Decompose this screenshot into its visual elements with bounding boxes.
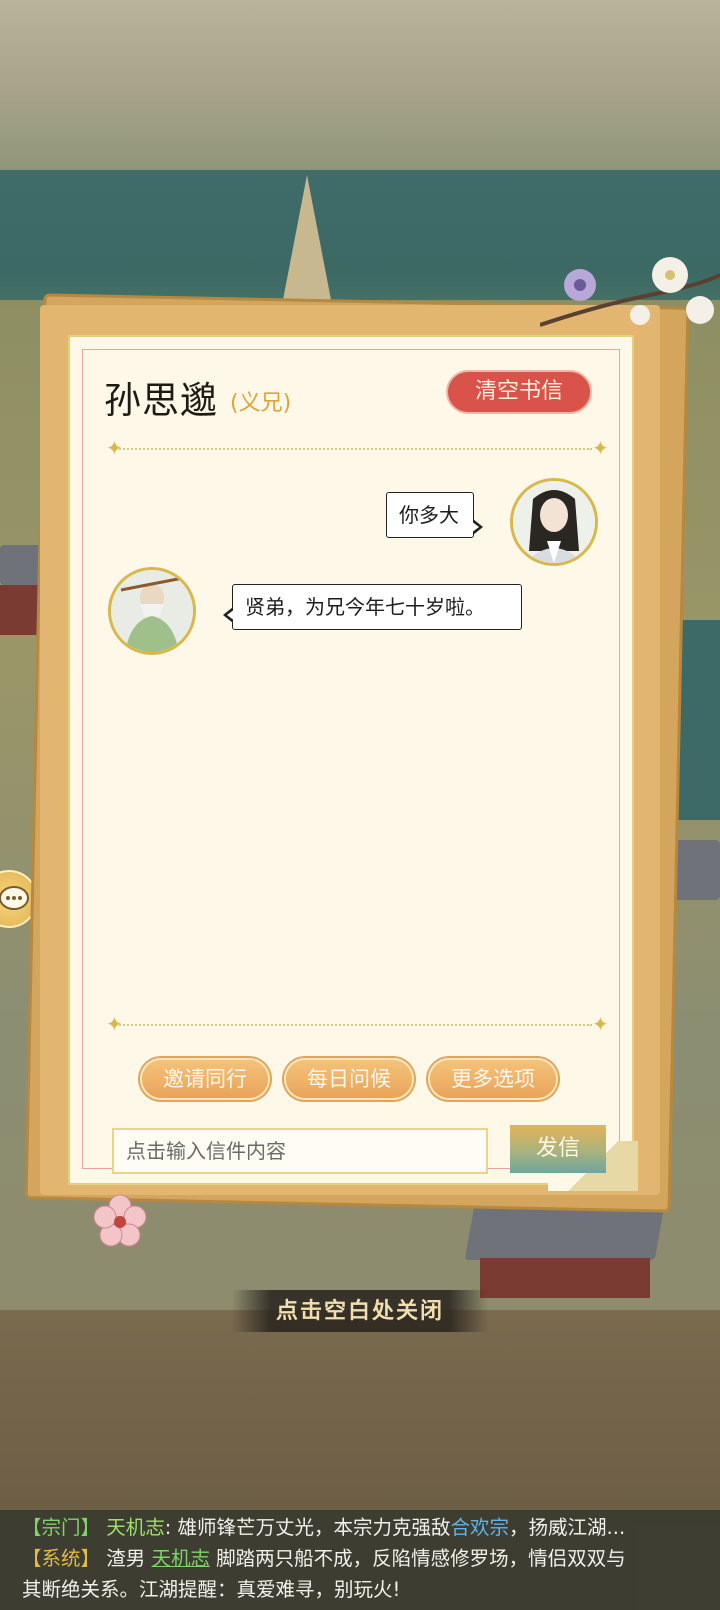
plum-branch-decoration [540, 257, 720, 327]
log-link-sect[interactable]: 合欢宗 [451, 1516, 510, 1539]
bubble-tail [471, 519, 483, 535]
cliff [0, 1310, 720, 1510]
bottom-divider [112, 1024, 592, 1026]
sparkle-icon: ✦ [592, 436, 609, 460]
top-divider [112, 448, 592, 450]
log-text: ，扬威江湖... [509, 1516, 626, 1539]
paper-inner-border [82, 349, 620, 1169]
sparkle-icon: ✦ [106, 436, 123, 460]
close-hint[interactable]: 点击空白处关闭 [232, 1290, 488, 1332]
message-text: 你多大 [399, 503, 459, 527]
log-tag: 【系统】 [22, 1547, 101, 1570]
contact-portrait [111, 570, 193, 652]
daily-greeting-button[interactable]: 每日问候 [284, 1058, 414, 1100]
message-bubble-contact: 贤弟，为兄今年七十岁啦。 [223, 584, 522, 630]
letter-content-input[interactable] [112, 1128, 488, 1174]
log-tag: 【宗门】 [22, 1516, 101, 1539]
more-options-button[interactable]: 更多选项 [428, 1058, 558, 1100]
log-text: 渣男 [106, 1547, 146, 1570]
log-colon: : [164, 1516, 172, 1539]
send-letter-button[interactable]: 发信 [510, 1125, 606, 1173]
invite-travel-button[interactable]: 邀请同行 [140, 1058, 270, 1100]
clear-letters-button[interactable]: 清空书信 [446, 370, 592, 414]
contact-avatar[interactable] [108, 567, 196, 655]
building-wall [480, 1258, 650, 1298]
log-link-player[interactable]: 天机志 [151, 1547, 210, 1570]
self-portrait [513, 481, 595, 563]
log-line-sect: 【宗门】 天机志: 雄师锋芒万丈光，本宗力克强敌合欢宗，扬威江湖... [22, 1512, 625, 1543]
log-line-system: 【系统】 渣男 天机志 脚踏两只船不成，反陷情感修罗场，情侣双双与 [22, 1543, 626, 1574]
log-text: 其断绝关系。江湖提醒：真爱难寻，别玩火! [22, 1578, 401, 1601]
log-text: 脚踏两只船不成，反陷情感修罗场，情侣双双与 [216, 1547, 626, 1570]
log-speaker[interactable]: 天机志 [106, 1516, 165, 1539]
message-text: 贤弟，为兄今年七十岁啦。 [245, 595, 485, 619]
sparkle-icon: ✦ [106, 1012, 123, 1036]
contact-relation: (义兄) [230, 391, 292, 416]
contact-name: 孙思邈 [104, 379, 218, 422]
log-text: 雄师锋芒万丈光，本宗力克强敌 [177, 1516, 451, 1539]
log-line-continued: 其断绝关系。江湖提醒：真爱难寻，别玩火! [22, 1574, 400, 1605]
chat-log: 【宗门】 天机志: 雄师锋芒万丈光，本宗力克强敌合欢宗，扬威江湖... 【系统】… [0, 1510, 720, 1610]
mountain-peak [282, 175, 332, 305]
self-avatar[interactable] [510, 478, 598, 566]
message-bubble-self: 你多大 [386, 492, 483, 538]
sparkle-icon: ✦ [592, 1012, 609, 1036]
bubble-tail [223, 607, 235, 623]
plum-blossom-icon [93, 1194, 147, 1247]
